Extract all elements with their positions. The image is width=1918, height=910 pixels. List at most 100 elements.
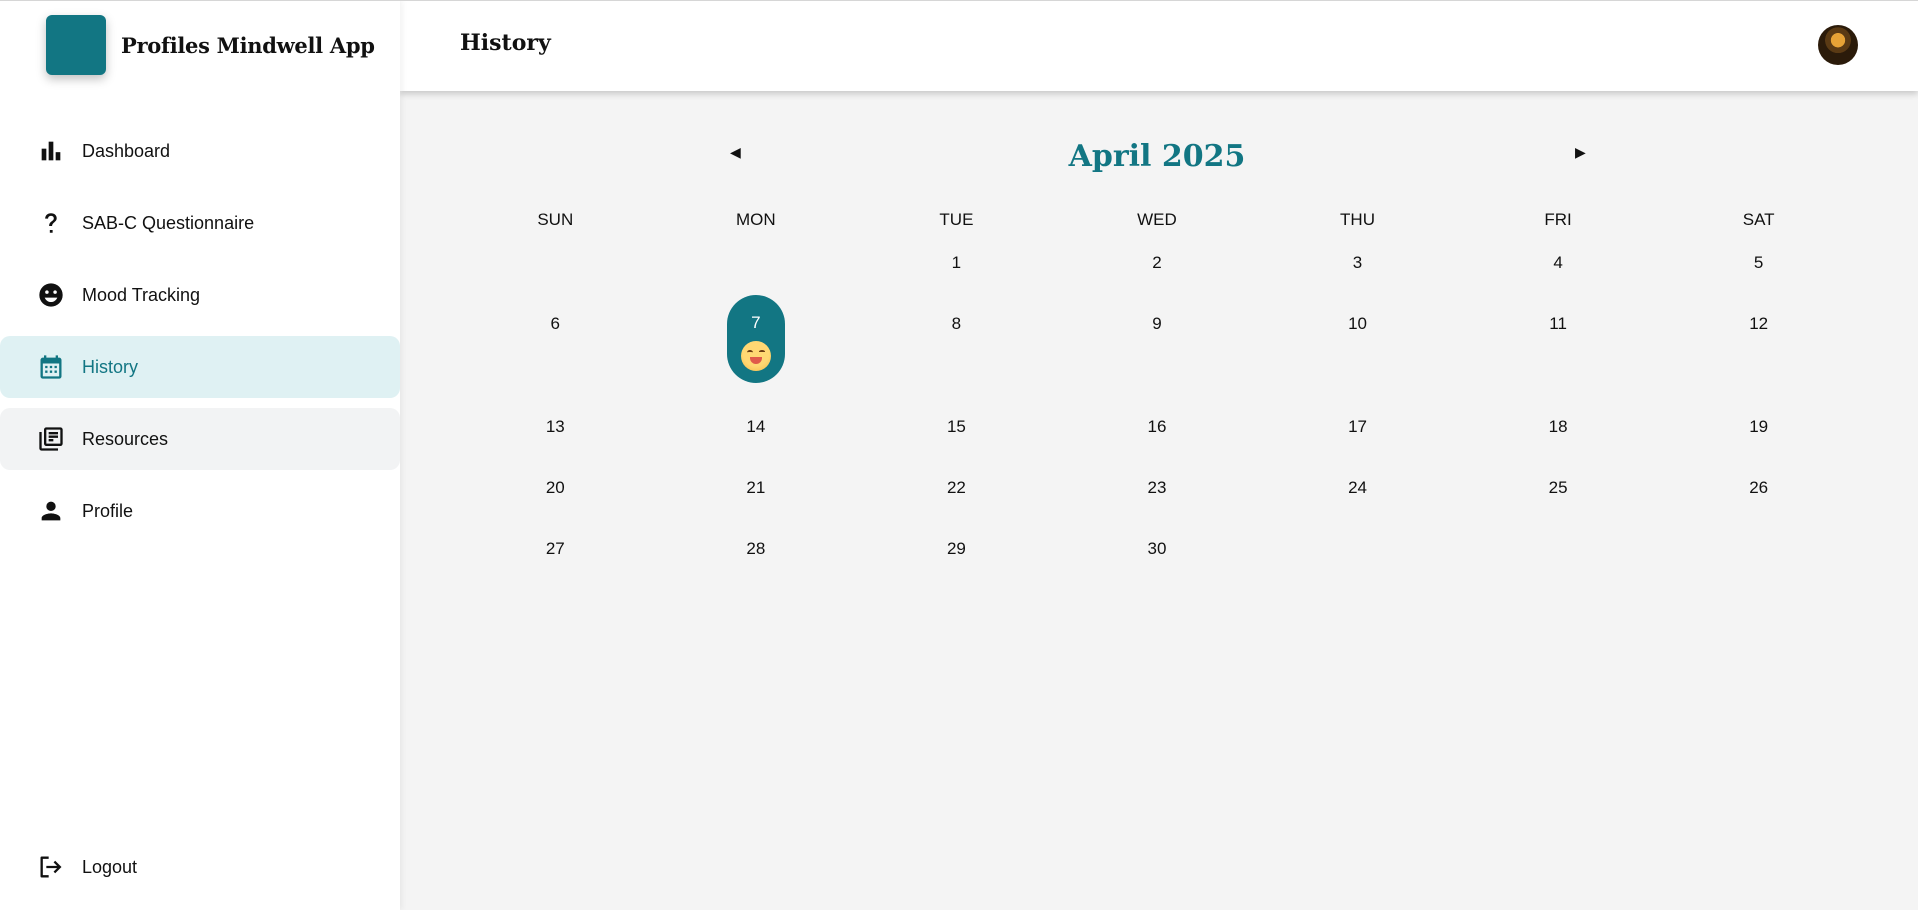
calendar-day[interactable]: 6 [526,311,584,414]
calendar-day[interactable]: 14 [727,414,785,475]
sidebar-item-label: Profile [82,500,134,521]
calendar-day[interactable]: 28 [727,536,785,597]
top-border [0,0,1918,1]
calendar-cell: 23 [1057,475,1258,536]
avatar[interactable] [1818,25,1858,65]
calendar-day-number: 27 [545,539,565,558]
calendar-day[interactable]: 17 [1329,414,1387,475]
smiley-icon [36,280,66,310]
sidebar-item-sab-c-questionnaire[interactable]: SAB-C Questionnaire [0,192,400,254]
calendar-cell: 4 [1458,250,1659,311]
calendar-day[interactable]: 25 [1529,475,1587,536]
calendar-cell: 20 [455,475,656,536]
calendar-day[interactable]: 26 [1730,475,1788,536]
calendar-cell: 28 [656,536,857,597]
calendar-day[interactable]: 4 [1529,250,1587,311]
logout-label: Logout [82,856,138,877]
calendar-cell [1257,536,1458,597]
calendar-day-number: 25 [1548,478,1568,497]
calendar-cell: 3 [1257,250,1458,311]
calendar-day[interactable]: 24 [1329,475,1387,536]
calendar-day-number: 19 [1749,417,1769,436]
calendar-day[interactable]: 30 [1128,536,1186,597]
calendar-day[interactable]: 11 [1529,311,1587,414]
calendar-day[interactable]: 29 [927,536,985,597]
sidebar-item-profile[interactable]: Profile [0,480,400,542]
calendar-day-number: 4 [1553,253,1563,272]
calendar-day[interactable]: 23 [1128,475,1186,536]
calendar-day[interactable]: 9 [1128,311,1186,414]
calendar-day[interactable]: 15 [927,414,985,475]
weekday-row: SUN MON TUE WED THU FRI SAT [455,210,1859,230]
sidebar-item-label: SAB-C Questionnaire [82,212,255,233]
next-month-button[interactable]: ▶ [1575,144,1586,161]
logout-button[interactable]: Logout [0,842,400,892]
calendar-day[interactable]: 21 [727,475,785,536]
calendar-cell: 10 [1257,311,1458,414]
calendar-day[interactable]: 5 [1730,250,1788,311]
calendar-cell: 16 [1057,414,1258,475]
calendar-cell: 13 [455,414,656,475]
bar-chart-icon [36,136,66,166]
calendar-day-number: 6 [550,314,561,333]
calendar-cell: 1 [856,250,1057,311]
weekday-label: TUE [939,210,974,229]
calendar-day[interactable]: 3 [1329,250,1387,311]
calendar-day[interactable]: 27 [526,536,584,597]
calendar-cell: 2 [1057,250,1258,311]
app-logo [46,15,106,75]
calendar-day[interactable]: 12 [1730,311,1788,414]
sidebar-item-resources[interactable]: Resources [0,408,400,470]
app-name: Profiles Mindwell App [121,32,375,58]
sidebar-nav: Dashboard SAB-C Questionnaire Mood Track… [0,120,400,552]
month-title: April 2025 [1068,139,1246,174]
calendar-day[interactable]: 20 [526,475,584,536]
calendar-day-number: 29 [946,539,966,558]
calendar-day-number: 3 [1352,253,1363,272]
calendar-day-number: 10 [1348,314,1367,333]
calendar-day-number: 23 [1147,478,1167,497]
sidebar-item-label: Dashboard [82,140,171,161]
calendar-cell: 9 [1057,311,1258,414]
calendar-day-number: 2 [1152,253,1162,272]
calendar-day[interactable]: 16 [1128,414,1186,475]
sidebar-item-mood-tracking[interactable]: Mood Tracking [0,264,400,326]
person-icon [36,496,66,526]
calendar-day[interactable]: 22 [927,475,985,536]
calendar-cell: 30 [1057,536,1258,597]
library-books-icon [36,424,66,454]
weekday-label: WED [1137,210,1177,229]
calendar-day[interactable]: 8 [927,311,985,414]
calendar-cell: 25 [1458,475,1659,536]
calendar-header: ◀ April 2025 ▶ [455,130,1859,184]
calendar-day-selected[interactable]: 7 [726,295,785,383]
calendar-day-number: 8 [951,314,962,333]
calendar-cell: 11 [1458,311,1659,414]
calendar-day-number: 30 [1147,539,1167,558]
calendar-day[interactable]: 1 [927,250,985,311]
calendar-cell: 15 [856,414,1057,475]
sidebar-item-dashboard[interactable]: Dashboard [0,120,400,182]
calendar-day-number: 24 [1348,478,1367,497]
page-title: History [460,30,551,56]
calendar-cell: 21 [656,475,857,536]
calendar-day-number: 9 [1152,314,1162,333]
calendar-day[interactable]: 10 [1329,311,1387,414]
calendar: ◀ April 2025 ▶ SUN MON TUE WED THU FRI S… [455,130,1859,597]
question-mark-icon [36,208,66,238]
calendar-day-number: 18 [1548,417,1568,436]
calendar-cell [1658,536,1859,597]
calendar-cell: 22 [856,475,1057,536]
calendar-day[interactable]: 18 [1529,414,1587,475]
calendar-day-number: 17 [1348,417,1367,436]
calendar-day-number: 26 [1749,478,1769,497]
calendar-cell: 8 [856,311,1057,414]
weekday-label: THU [1340,210,1375,229]
calendar-cell: 29 [856,536,1057,597]
calendar-day[interactable]: 19 [1730,414,1788,475]
calendar-day[interactable]: 2 [1128,250,1186,311]
calendar-icon [36,352,66,382]
calendar-day[interactable]: 13 [526,414,584,475]
calendar-cell: 27 [455,536,656,597]
sidebar-item-history[interactable]: History [0,336,400,398]
